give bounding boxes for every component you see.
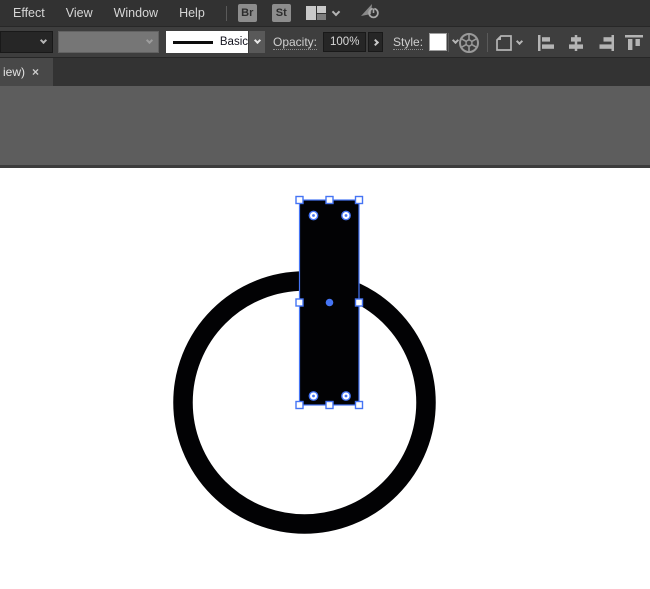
selection-handle-bottom-right[interactable] <box>356 402 363 409</box>
brush-name: Basic <box>220 36 248 48</box>
align-to-artboard-dropdown[interactable] <box>495 27 522 58</box>
corner-widget[interactable] <box>342 211 350 219</box>
selection-handle-bottom-left[interactable] <box>296 402 303 409</box>
document-tab[interactable]: iew) × <box>0 58 53 86</box>
selection-handle-middle-right[interactable] <box>356 299 363 306</box>
opacity-label[interactable]: Opacity: <box>273 35 317 50</box>
corner-widget[interactable] <box>342 392 350 400</box>
stock-button[interactable]: St <box>272 4 291 22</box>
menubar-separator <box>226 6 227 21</box>
horizontal-align-right-icon[interactable] <box>595 34 615 52</box>
document-tab-label: iew) <box>3 65 25 79</box>
stroke-preview-line-icon <box>173 41 213 44</box>
workspace-layout-icon <box>306 6 326 20</box>
horizontal-align-left-icon[interactable] <box>537 34 557 52</box>
selection-handle-top-center[interactable] <box>326 197 333 204</box>
chevron-down-icon <box>40 37 47 44</box>
corner-widget[interactable] <box>309 211 317 219</box>
chevron-down-icon <box>332 7 340 15</box>
align-to-artboard-dropdown-icon <box>495 34 514 52</box>
document-tab-bar: iew) × <box>0 58 650 86</box>
recolor-artwork-button[interactable] <box>458 27 480 58</box>
artwork-layer <box>0 88 650 589</box>
control-bar: Basic Opacity: Style: <box>0 27 650 58</box>
selection-handle-top-right[interactable] <box>356 197 363 204</box>
brush-preview-field[interactable]: Basic <box>166 31 248 53</box>
width-profile-dropdown[interactable] <box>58 31 159 53</box>
chevron-right-icon <box>372 38 379 45</box>
style-label[interactable]: Style: <box>393 35 423 50</box>
controlbar-separator <box>487 33 488 52</box>
menu-help[interactable]: Help <box>179 6 205 20</box>
tab-close-icon[interactable]: × <box>32 66 39 78</box>
opacity-options-button[interactable] <box>368 32 383 52</box>
menu-window[interactable]: Window <box>114 6 158 20</box>
bridge-button[interactable]: Br <box>238 4 257 22</box>
chevron-down-icon <box>253 37 260 44</box>
menu-bar: Effect View Window Help Br St <box>0 0 650 27</box>
corner-widget[interactable] <box>309 392 317 400</box>
menu-effect[interactable]: Effect <box>13 6 45 20</box>
menu-view[interactable]: View <box>66 6 93 20</box>
selection-handle-bottom-center[interactable] <box>326 402 333 409</box>
brush-definition-dropdown[interactable]: Basic <box>166 31 265 53</box>
selection-handle-top-left[interactable] <box>296 197 303 204</box>
graphic-style-swatch[interactable] <box>429 33 447 51</box>
chevron-down-icon <box>516 37 523 44</box>
controlbar-separator <box>448 33 449 52</box>
center-anchor-point[interactable] <box>326 299 334 307</box>
recolor-artwork-color-wheel-icon <box>458 32 480 54</box>
opacity-input[interactable] <box>323 32 366 52</box>
chevron-down-icon <box>146 37 153 44</box>
stroke-weight-dropdown[interactable] <box>0 31 53 53</box>
gpu-performance-rocket-icon[interactable] <box>359 1 381 26</box>
brush-dropdown-button[interactable] <box>248 31 265 53</box>
selection-handle-middle-left[interactable] <box>296 299 303 306</box>
workspace-switcher[interactable] <box>306 6 339 20</box>
vertical-align-top-icon[interactable] <box>624 34 644 52</box>
horizontal-align-center-icon[interactable] <box>566 34 586 52</box>
